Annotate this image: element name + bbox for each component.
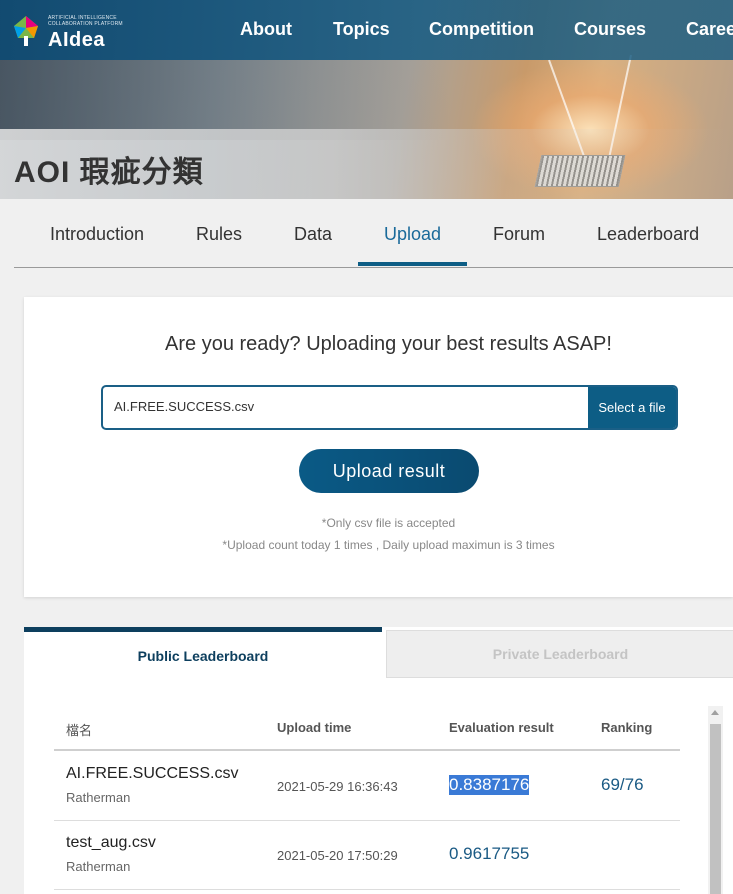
col-evaluation-result: Evaluation result	[449, 720, 554, 735]
upload-count-note: *Upload count today 1 times , Daily uplo…	[222, 538, 555, 552]
upload-heading: Are you ready? Uploading your best resul…	[165, 333, 612, 355]
row-rank: 69/76	[601, 775, 644, 794]
tab-upload[interactable]: Upload	[384, 224, 441, 245]
select-file-button[interactable]: Select a file	[588, 387, 676, 428]
tab-introduction[interactable]: Introduction	[50, 224, 144, 245]
active-tab-indicator	[358, 262, 467, 266]
nav-competition[interactable]: Competition	[429, 19, 534, 40]
row-file: AI.FREE.SUCCESS.csv	[66, 765, 239, 782]
row-user: Ratherman	[66, 790, 131, 805]
tab-private-leaderboard[interactable]: Private Leaderboard	[386, 630, 733, 678]
col-ranking: Ranking	[601, 720, 653, 735]
row-score: 0.9617755	[449, 844, 530, 863]
tab-rules[interactable]: Rules	[196, 224, 242, 245]
nav-about[interactable]: About	[240, 19, 292, 40]
row-time: 2021-05-20 17:50:29	[277, 848, 398, 863]
col-upload-time: Upload time	[277, 720, 352, 735]
row-time: 2021-05-29 16:36:43	[277, 779, 398, 794]
logo-name: AIdea	[48, 29, 105, 51]
upload-result-button[interactable]: Upload result	[299, 449, 479, 493]
tab-public-leaderboard[interactable]: Public Leaderboard	[24, 627, 382, 681]
logo-tagline: ARTIFICIAL INTELLIGENCE COLLABORATION PL…	[48, 15, 123, 27]
nav-careers[interactable]: Caree	[686, 19, 733, 40]
scroll-thumb[interactable]	[710, 724, 721, 894]
csv-note: *Only csv file is accepted	[321, 516, 456, 530]
leaderboard-panel: Public Leaderboard Private Leaderboard 檔…	[24, 627, 733, 894]
file-name: AI.FREE.SUCCESS.csv	[114, 399, 255, 414]
aidea-logo[interactable]: ARTIFICIAL INTELLIGENCE COLLABORATION PL…	[8, 12, 123, 52]
row-file: test_aug.csv	[66, 834, 156, 851]
row-user: Ratherman	[66, 859, 131, 874]
top-navbar: ARTIFICIAL INTELLIGENCE COLLABORATION PL…	[0, 0, 733, 60]
page-title: AOI 瑕疵分類	[14, 156, 204, 189]
nav-topics[interactable]: Topics	[333, 19, 390, 40]
tab-forum[interactable]: Forum	[493, 224, 545, 245]
file-input[interactable]: AI.FREE.SUCCESS.csv Select a file	[101, 385, 678, 430]
col-filename: 檔名	[66, 723, 93, 738]
nav-courses[interactable]: Courses	[574, 19, 646, 40]
upload-card: Are you ready? Uploading your best resul…	[24, 297, 733, 597]
competition-tabs: Introduction Rules Data Upload Forum Lea…	[14, 199, 733, 268]
leaderboard-scrollbar[interactable]	[708, 706, 723, 894]
row-score: 0.8387176	[449, 775, 530, 795]
logo-tree-icon	[14, 16, 38, 46]
tab-leaderboard[interactable]: Leaderboard	[597, 224, 699, 245]
scroll-up-icon[interactable]	[711, 710, 719, 715]
tab-data[interactable]: Data	[294, 224, 332, 245]
